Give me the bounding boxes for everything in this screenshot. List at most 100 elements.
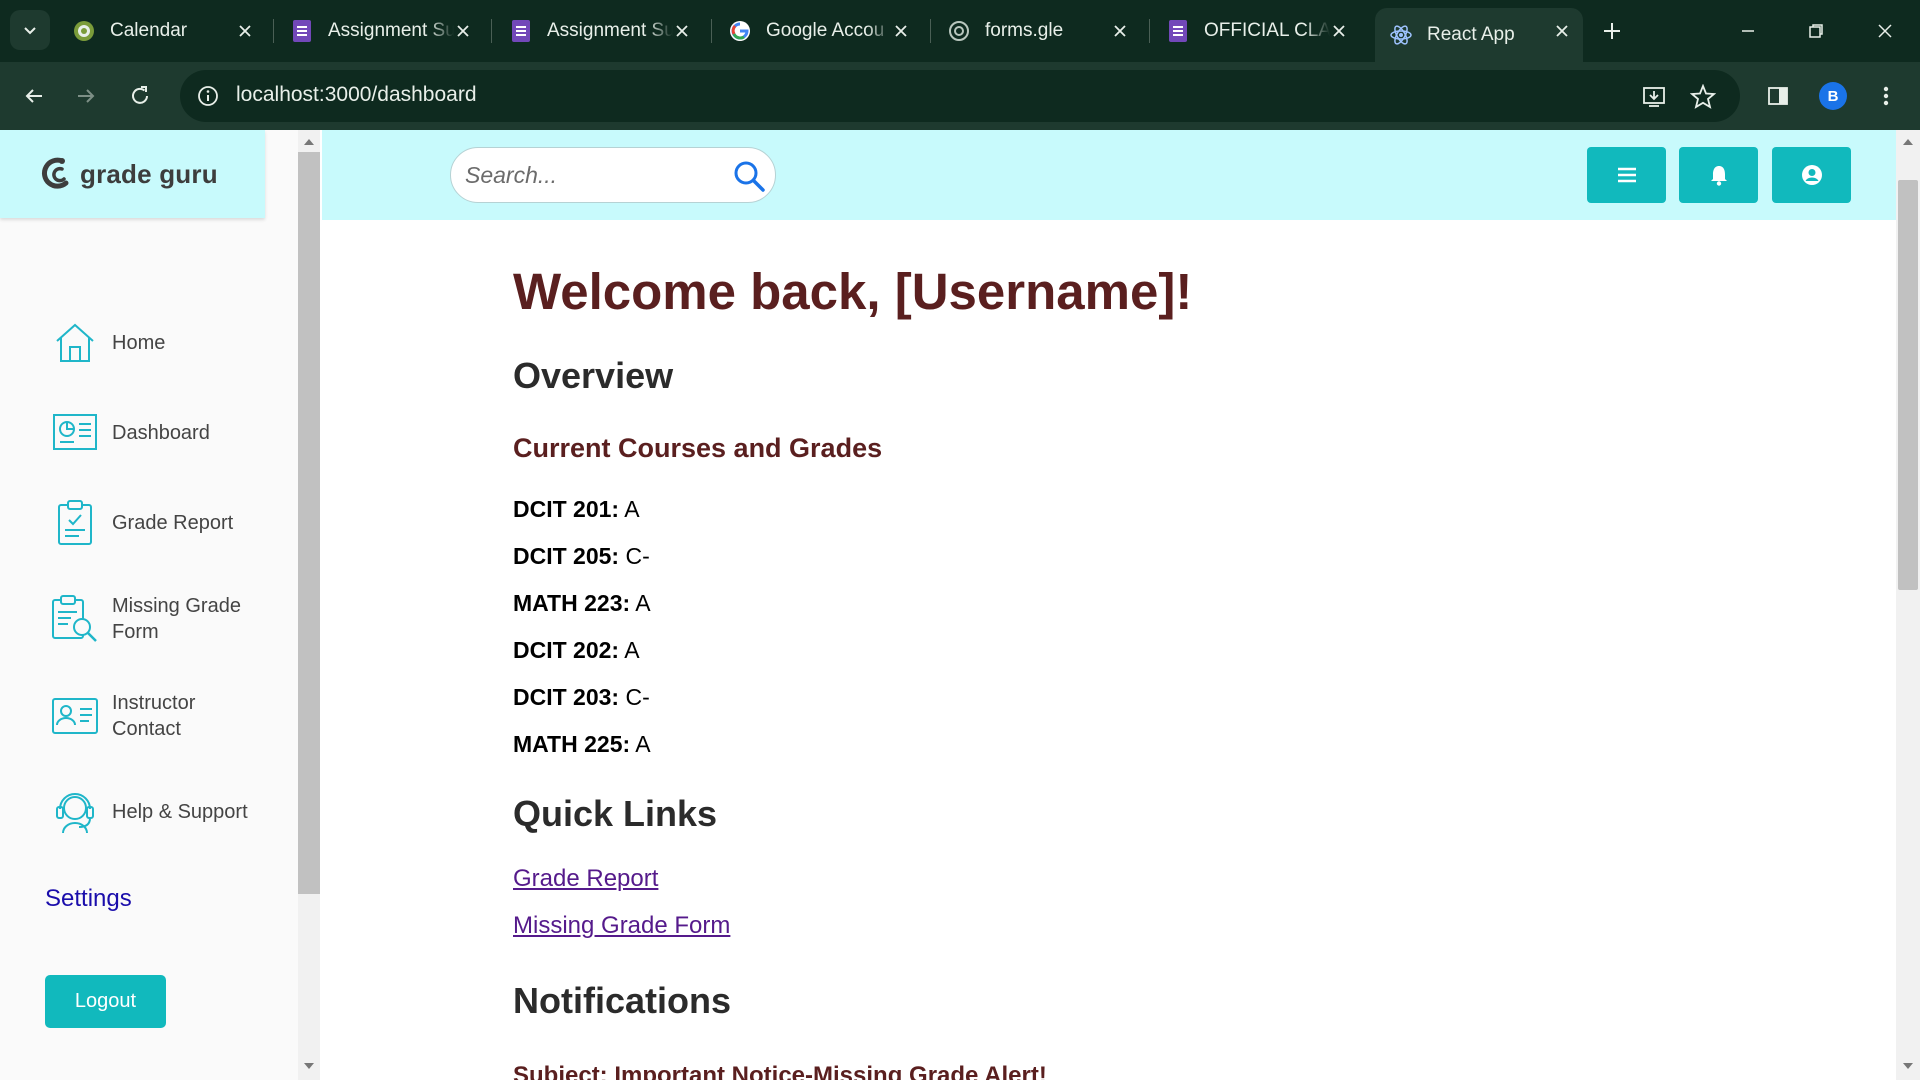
tab-title: Calendar: [110, 20, 188, 41]
course-code: MATH 225:: [513, 731, 631, 757]
browser-tab-react-app[interactable]: React App: [1375, 8, 1583, 62]
tab-title: Assignment Su: [328, 20, 454, 41]
sidebar-item-missing-grade-form[interactable]: Missing Grade Form: [50, 593, 252, 645]
search-input[interactable]: [465, 160, 715, 190]
course-grade: A: [624, 637, 640, 663]
page-scrollbar[interactable]: [1896, 130, 1920, 1080]
close-tab-icon[interactable]: [234, 20, 256, 42]
headset-icon: [50, 787, 100, 837]
scroll-down-arrow-icon[interactable]: [298, 1058, 320, 1076]
install-app-icon[interactable]: [1640, 82, 1670, 112]
course-item: DCIT 201: A: [513, 496, 640, 523]
search-box[interactable]: [450, 147, 776, 203]
courses-heading: Current Courses and Grades: [513, 433, 883, 463]
tab-search-button[interactable]: [10, 10, 50, 50]
calendar-favicon: [72, 19, 96, 43]
browser-tab-assignment-1[interactable]: Assignment Su: [276, 8, 484, 54]
brand-header[interactable]: grade guru: [0, 130, 265, 218]
settings-link[interactable]: Settings: [45, 885, 132, 913]
browser-tab-calendar[interactable]: Calendar: [58, 8, 266, 54]
course-code: DCIT 201:: [513, 496, 620, 522]
notification-subject: Subject: Important Notice-Missing Grade …: [513, 1062, 1047, 1080]
logout-button[interactable]: Logout: [45, 975, 166, 1028]
browser-tab-official-class[interactable]: OFFICIAL CLA: [1152, 8, 1360, 54]
course-item: DCIT 205: C-: [513, 543, 650, 570]
page-scroll-thumb[interactable]: [1898, 180, 1918, 590]
browser-tabstrip: Calendar Assignment Su Assignment Su Goo…: [0, 0, 1920, 62]
sidebar-scroll-thumb[interactable]: [298, 152, 320, 894]
close-tab-icon[interactable]: [1328, 20, 1350, 42]
tab-separator: [711, 19, 712, 43]
profile-avatar[interactable]: B: [1819, 82, 1847, 110]
menu-button[interactable]: [1587, 147, 1666, 203]
close-tab-icon[interactable]: [671, 20, 693, 42]
browser-tab-google-account[interactable]: Google Accou: [714, 8, 922, 54]
course-item: DCIT 203: C-: [513, 684, 650, 711]
top-header-bar: [322, 130, 1896, 220]
notifications-button[interactable]: [1679, 147, 1758, 203]
browser-tab-assignment-2[interactable]: Assignment Su: [495, 8, 703, 54]
sidebar-item-instructor-contact[interactable]: Instructor Contact: [50, 690, 252, 742]
course-item: MATH 223: A: [513, 590, 651, 617]
arrow-right-icon: [78, 89, 95, 103]
course-code: DCIT 203:: [513, 684, 620, 710]
minimize-button[interactable]: [1728, 14, 1768, 48]
site-info-icon[interactable]: [194, 82, 222, 110]
course-grade: A: [624, 496, 640, 522]
close-tab-icon[interactable]: [1109, 20, 1131, 42]
notifications-heading: Notifications: [513, 980, 732, 1021]
course-item: DCIT 202: A: [513, 637, 640, 664]
sidebar-item-grade-report[interactable]: Grade Report: [50, 498, 252, 548]
user-profile-button[interactable]: [1772, 147, 1851, 203]
tab-title: Google Accou: [766, 20, 885, 41]
browser-menu-button[interactable]: [1866, 76, 1906, 116]
search-document-icon: [50, 594, 100, 644]
sidebar-item-label: Grade Report: [112, 512, 234, 534]
side-panel-icon: [1768, 87, 1788, 105]
forward-button[interactable]: [66, 76, 106, 116]
sidebar-item-label: Instructor Contact: [112, 692, 196, 740]
quick-link-grade-report[interactable]: Grade Report: [513, 865, 658, 893]
close-window-button[interactable]: [1865, 14, 1905, 48]
close-tab-icon[interactable]: [890, 20, 912, 42]
scroll-down-arrow-icon[interactable]: [1897, 1058, 1919, 1076]
side-panel-button[interactable]: [1758, 76, 1798, 116]
close-tab-icon[interactable]: [452, 20, 474, 42]
bell-icon: [1710, 166, 1727, 186]
new-tab-button[interactable]: [1595, 14, 1629, 48]
course-code: DCIT 202:: [513, 637, 620, 663]
back-button[interactable]: [14, 76, 54, 116]
quick-link-missing-grade-form[interactable]: Missing Grade Form: [513, 912, 730, 940]
globe-favicon: [947, 19, 971, 43]
home-icon: [50, 318, 100, 368]
sidebar-item-label: Dashboard: [112, 422, 210, 444]
plus-icon: [1604, 23, 1620, 39]
scroll-up-arrow-icon[interactable]: [1897, 132, 1919, 150]
restore-button[interactable]: [1796, 14, 1836, 48]
bookmark-star-icon[interactable]: [1688, 82, 1718, 112]
quick-links-heading: Quick Links: [513, 793, 718, 834]
menu-icon: [1617, 167, 1636, 183]
reload-icon: [132, 86, 148, 104]
browser-tab-forms-gle[interactable]: forms.gle: [933, 8, 1141, 54]
tab-separator: [930, 19, 931, 43]
tab-separator: [1149, 19, 1150, 43]
course-grade: C-: [625, 543, 650, 569]
sidebar-scrollbar[interactable]: [298, 130, 320, 1080]
search-icon[interactable]: [731, 158, 767, 194]
course-grade: A: [635, 590, 651, 616]
google-favicon: [728, 19, 752, 43]
reload-button[interactable]: [120, 76, 160, 116]
sidebar-item-home[interactable]: Home: [50, 318, 252, 368]
course-code: MATH 223:: [513, 590, 631, 616]
contact-card-icon: [50, 691, 100, 741]
forms-favicon: [509, 19, 533, 43]
close-tab-icon[interactable]: [1551, 20, 1573, 42]
sidebar-item-dashboard[interactable]: Dashboard: [50, 408, 252, 458]
address-bar[interactable]: localhost:3000/dashboard: [180, 70, 1740, 122]
url-text[interactable]: localhost:3000/dashboard: [236, 83, 477, 107]
sidebar: grade guru Home Dashboard Grade Report M: [0, 130, 320, 1080]
user-icon: [1801, 165, 1822, 185]
scroll-up-arrow-icon[interactable]: [298, 132, 320, 150]
sidebar-item-help-support[interactable]: Help & Support: [50, 787, 252, 837]
